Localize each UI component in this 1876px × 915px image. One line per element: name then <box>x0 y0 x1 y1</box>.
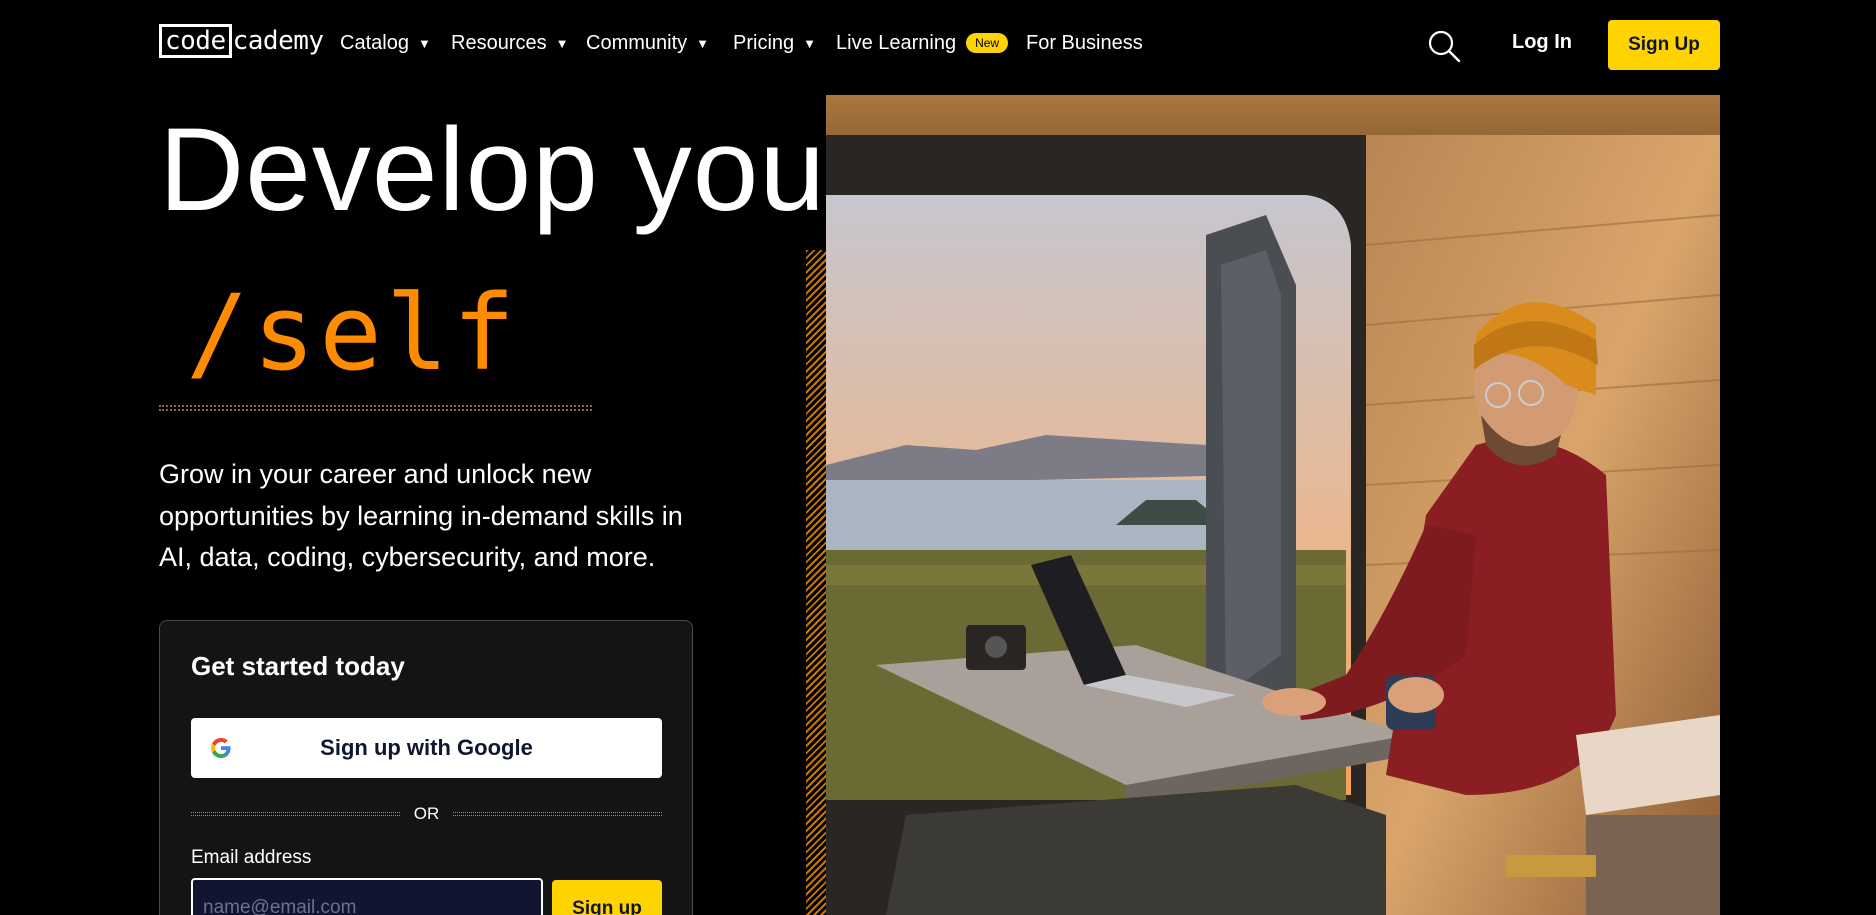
google-icon <box>209 736 233 760</box>
hero-photo-illustration <box>826 95 1720 915</box>
nav-for-business-label: For Business <box>1026 31 1143 54</box>
google-signup-button[interactable]: Sign up with Google <box>191 718 662 778</box>
site-header: code cademy Catalog ▼ Resources ▼ Communi… <box>0 0 1876 90</box>
or-text: OR <box>413 804 440 823</box>
hero-photo <box>826 95 1720 915</box>
google-signup-label: Sign up with Google <box>320 735 533 760</box>
dotted-divider <box>159 405 592 411</box>
nav-catalog-label: Catalog <box>340 31 409 54</box>
hero-subtitle: Grow in your career and unlock new oppor… <box>159 459 683 572</box>
signup-button[interactable]: Sign Up <box>1608 20 1720 70</box>
or-line-right <box>453 812 662 816</box>
nav-resources[interactable]: Resources ▼ <box>451 32 586 55</box>
new-badge: New <box>966 33 1009 53</box>
chevron-down-icon: ▼ <box>555 35 569 51</box>
decorative-stripe <box>806 250 826 915</box>
hero-rotating-word: /self <box>186 272 520 394</box>
signup-card: Get started today Sign up with Google OR… <box>159 620 693 915</box>
codecademy-logo[interactable]: code cademy <box>159 24 324 58</box>
nav-pricing-label: Pricing <box>733 31 795 54</box>
chevron-down-icon: ▼ <box>417 35 431 51</box>
logo-text: cademy <box>232 26 324 56</box>
chevron-down-icon: ▼ <box>696 35 710 51</box>
nav-pricing[interactable]: Pricing ▼ <box>733 32 836 55</box>
search-icon[interactable] <box>1427 29 1461 63</box>
nav-catalog[interactable]: Catalog ▼ <box>340 32 451 55</box>
chevron-down-icon: ▼ <box>803 35 817 51</box>
email-label: Email address <box>191 847 312 868</box>
hero-title: Develop your <box>159 104 867 236</box>
nav-community[interactable]: Community ▼ <box>586 32 733 55</box>
email-field[interactable] <box>191 878 543 915</box>
login-link[interactable]: Log In <box>1512 31 1572 54</box>
nav-community-label: Community <box>586 31 688 54</box>
nav-for-business[interactable]: For Business <box>1026 32 1143 55</box>
nav-live-learning-label: Live Learning <box>836 31 957 54</box>
email-signup-button[interactable]: Sign up <box>552 880 662 915</box>
or-divider: OR <box>191 803 662 825</box>
main-nav: Catalog ▼ Resources ▼ Community ▼ Pricin… <box>340 26 1143 60</box>
nav-live-learning[interactable]: Live Learning New <box>836 32 1026 55</box>
card-title: Get started today <box>191 651 405 681</box>
logo-boxed-text: code <box>159 24 232 58</box>
or-line-left <box>191 812 400 816</box>
nav-resources-label: Resources <box>451 31 547 54</box>
